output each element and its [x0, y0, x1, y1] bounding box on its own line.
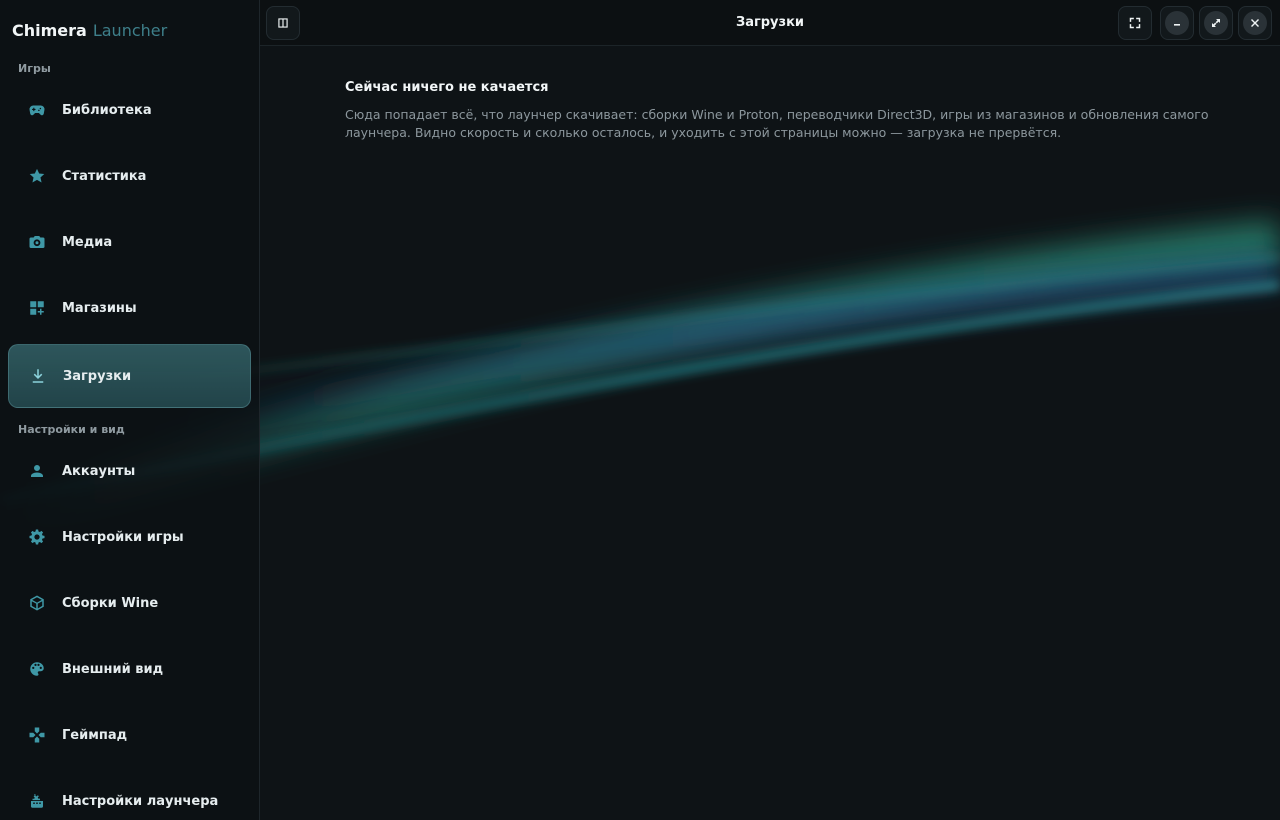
dpad-icon — [28, 726, 46, 744]
sidebar-item-stores[interactable]: Магазины — [8, 277, 251, 341]
close-button[interactable] — [1238, 6, 1272, 40]
fullscreen-button[interactable] — [1118, 6, 1152, 40]
minimize-button[interactable] — [1160, 6, 1194, 40]
section-label-settings: Настройки и вид — [18, 423, 125, 436]
launcher-settings-icon — [28, 792, 46, 810]
maximize-button[interactable] — [1199, 6, 1233, 40]
camera-icon — [28, 233, 46, 251]
sidebar-item-label: Настройки игры — [62, 530, 184, 545]
star-icon — [28, 167, 46, 185]
app-name-suffix: Launcher — [92, 21, 168, 40]
section-label-games: Игры — [18, 62, 51, 75]
sidebar-item-label: Геймпад — [62, 728, 128, 743]
gear-icon — [28, 528, 46, 546]
fullscreen-icon — [1128, 16, 1142, 30]
sidebar-item-label: Загрузки — [63, 369, 132, 384]
gamepad-icon — [28, 101, 46, 119]
sidebar-item-label: Медиа — [62, 235, 113, 250]
app-brand: Chimera Launcher — [12, 20, 167, 42]
sidebar: Chimera Launcher Игры Библиотека Статисти… — [0, 0, 260, 820]
app-window: Chimera Launcher Игры Библиотека Статисти… — [0, 0, 1280, 820]
sidebar-item-launcher-settings[interactable]: Настройки лаунчера — [8, 770, 251, 820]
palette-icon — [28, 660, 46, 678]
sidebar-item-label: Внешний вид — [62, 662, 164, 677]
sidebar-item-label: Аккаунты — [62, 464, 136, 479]
sidebar-item-downloads[interactable]: Загрузки — [8, 344, 251, 408]
store-grid-icon — [28, 299, 46, 317]
app-name: Chimera — [12, 21, 87, 40]
downloads-empty-state: Сейчас ничего не качается Сюда попадает … — [345, 78, 1225, 142]
restore-icon — [1204, 11, 1228, 35]
sidebar-item-label: Библиотека — [62, 103, 152, 118]
sidebar-item-appearance[interactable]: Внешний вид — [8, 638, 251, 702]
sidebar-item-label: Сборки Wine — [62, 596, 159, 611]
empty-state-title: Сейчас ничего не качается — [345, 80, 549, 95]
box-icon — [28, 594, 46, 612]
person-icon — [28, 462, 46, 480]
sidebar-item-label: Магазины — [62, 301, 137, 316]
sidebar-item-library[interactable]: Библиотека — [8, 79, 251, 143]
sidebar-item-label: Статистика — [62, 169, 147, 184]
sidebar-item-accounts[interactable]: Аккаунты — [8, 440, 251, 504]
sidebar-item-label: Настройки лаунчера — [62, 794, 219, 809]
empty-state-description: Сюда попадает всё, что лаунчер скачивает… — [345, 107, 1209, 140]
sidebar-item-statistics[interactable]: Статистика — [8, 145, 251, 209]
sidebar-item-game-settings[interactable]: Настройки игры — [8, 506, 251, 570]
sidebar-item-gamepad[interactable]: Геймпад — [8, 704, 251, 768]
minimize-icon — [1165, 11, 1189, 35]
sidebar-item-media[interactable]: Медиа — [8, 211, 251, 275]
close-icon — [1243, 11, 1267, 35]
header-bar: Загрузки — [260, 0, 1280, 46]
download-icon — [29, 367, 47, 385]
sidebar-item-wine-builds[interactable]: Сборки Wine — [8, 572, 251, 636]
